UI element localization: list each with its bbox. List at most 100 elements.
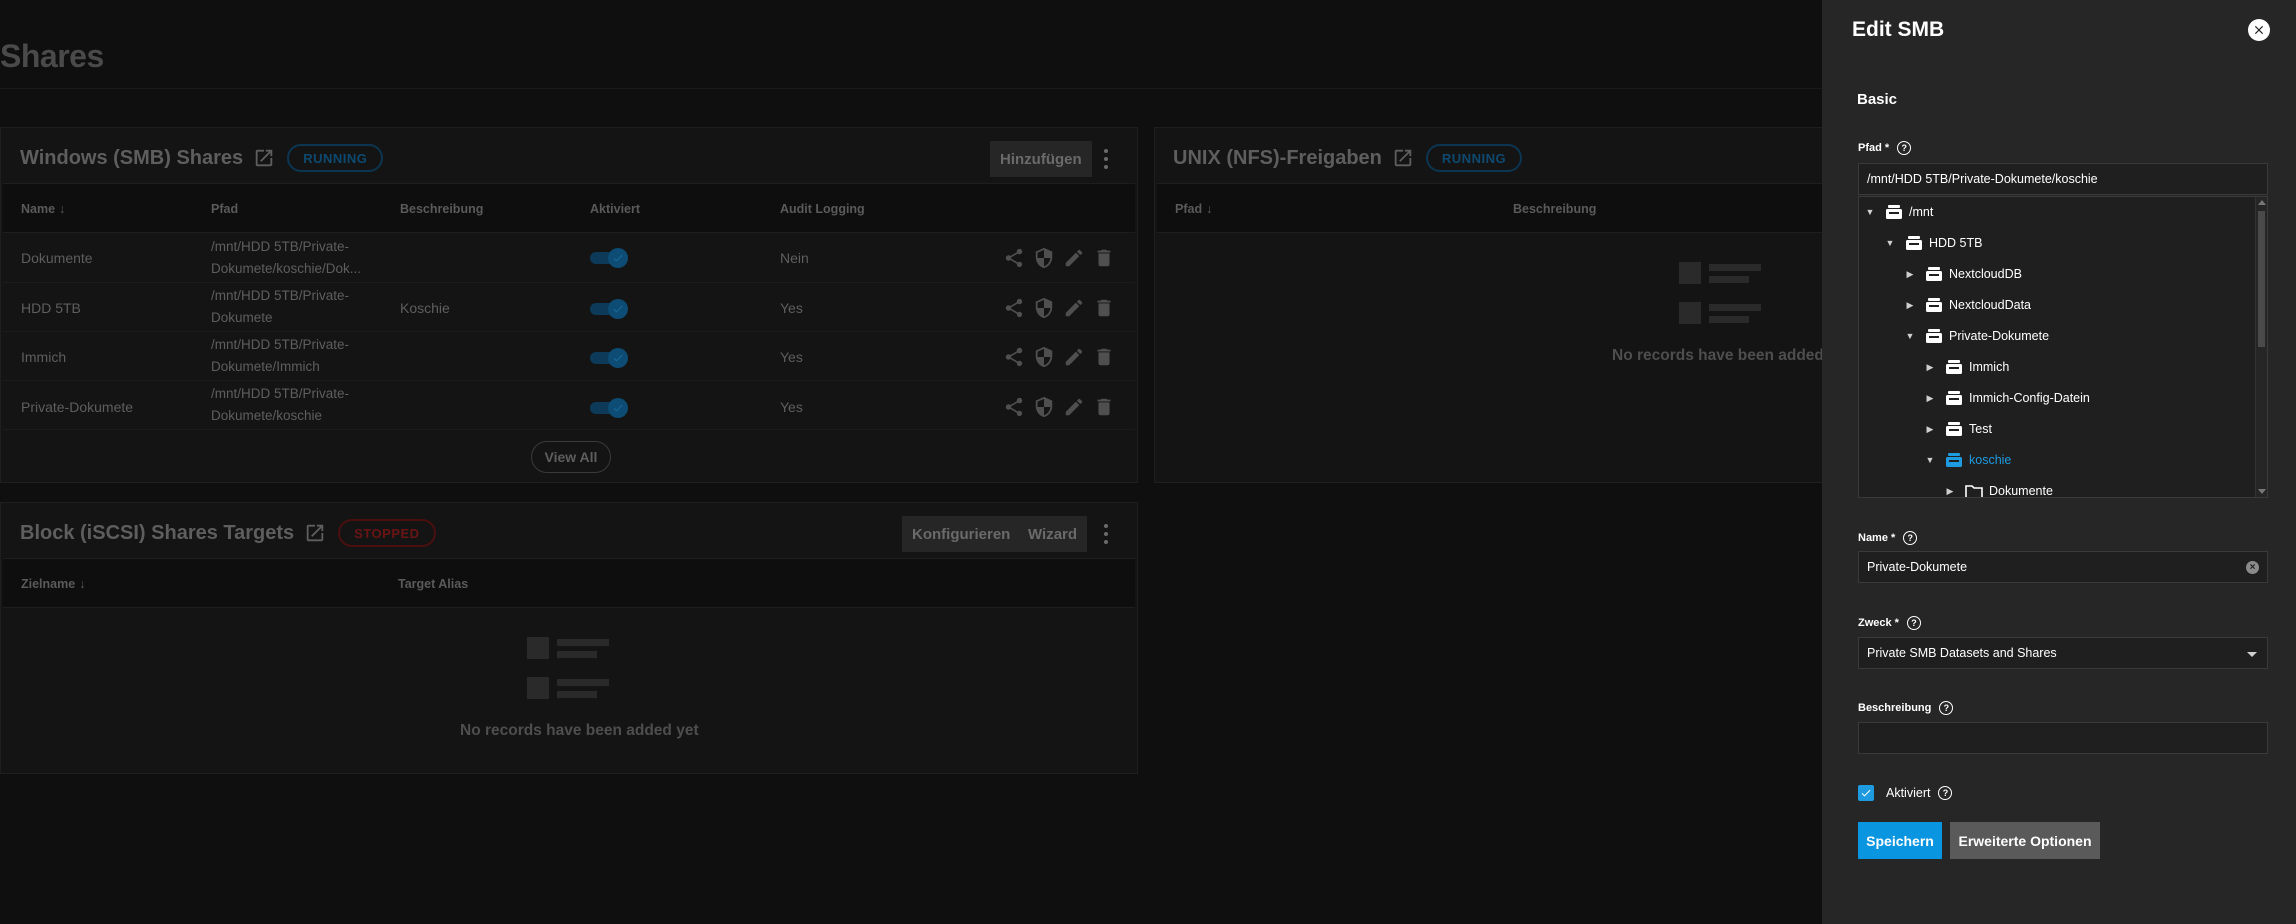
open-in-new-icon[interactable] <box>1392 147 1414 169</box>
description-input[interactable] <box>1858 722 2268 754</box>
folder-icon <box>1965 483 1983 497</box>
table-row[interactable]: Immich /mnt/HDD 5TB/Private-Dokumete/Imm… <box>3 332 1135 381</box>
close-icon[interactable] <box>2248 19 2270 41</box>
expanded-arrow-icon[interactable]: ▼ <box>1905 331 1915 341</box>
expanded-arrow-icon[interactable]: ▼ <box>1925 455 1935 465</box>
tree-node[interactable]: ▶ NextcloudDB <box>1905 259 2022 289</box>
collapsed-arrow-icon[interactable]: ▶ <box>1905 300 1915 311</box>
table-row[interactable]: Private-Dokumete /mnt/HDD 5TB/Private-Do… <box>3 381 1135 430</box>
tree-node[interactable]: ▶ Immich <box>1925 352 2009 382</box>
expanded-arrow-icon[interactable]: ▼ <box>1865 207 1875 217</box>
dataset-icon <box>1945 390 1963 406</box>
iscsi-card-title: Block (iSCSI) Shares Targets STOPPED <box>20 519 436 547</box>
wizard-button[interactable]: Wizard <box>1018 516 1088 552</box>
share-name: Private-Dokumete <box>21 399 134 415</box>
tree-node[interactable]: ▶ Immich-Config-Datein <box>1925 383 2090 413</box>
delete-icon[interactable] <box>1093 396 1115 418</box>
advanced-options-button[interactable]: Erweiterte Optionen <box>1950 822 2100 859</box>
delete-icon[interactable] <box>1093 297 1115 319</box>
share-icon[interactable] <box>1003 396 1025 418</box>
help-icon[interactable]: ? <box>1906 616 1921 630</box>
collapsed-arrow-icon[interactable]: ▶ <box>1905 269 1915 280</box>
security-shield-icon[interactable] <box>1033 396 1055 418</box>
iscsi-table-header: Zielname ↓ Target Alias <box>3 558 1135 608</box>
purpose-label: Zweck * ? <box>1858 616 1921 630</box>
col-description[interactable]: Beschreibung <box>1513 202 1596 216</box>
iscsi-targets-card: Block (iSCSI) Shares Targets STOPPED Kon… <box>0 502 1138 774</box>
collapsed-arrow-icon[interactable]: ▶ <box>1945 486 1955 497</box>
edit-pencil-icon[interactable] <box>1063 396 1085 418</box>
col-description[interactable]: Beschreibung <box>400 202 483 216</box>
delete-icon[interactable] <box>1093 247 1115 269</box>
collapsed-arrow-icon[interactable]: ▶ <box>1925 424 1935 435</box>
tree-node[interactable]: ▶ Test <box>1925 414 1992 444</box>
description-label: Beschreibung ? <box>1858 701 1954 715</box>
smb-table-header: Name ↓ Pfad Beschreibung Aktiviert Audit … <box>3 183 1135 233</box>
iscsi-card-title-text[interactable]: Block (iSCSI) Shares Targets <box>20 522 294 545</box>
open-in-new-icon[interactable] <box>304 522 326 544</box>
help-icon[interactable]: ? <box>1939 701 1954 715</box>
collapsed-arrow-icon[interactable]: ▶ <box>1925 393 1935 404</box>
path-tree[interactable]: ▼ /mnt ▼ HDD 5TB ▶ NextcloudDB ▶ Nextclo… <box>1858 196 2268 498</box>
enabled-toggle[interactable] <box>590 248 628 268</box>
col-path[interactable]: Pfad <box>211 202 238 216</box>
share-name: Immich <box>21 349 67 365</box>
audit-logging-value: Yes <box>780 349 803 365</box>
page-divider <box>0 88 1822 89</box>
edit-pencil-icon[interactable] <box>1063 346 1085 368</box>
col-target-alias[interactable]: Target Alias <box>398 577 468 591</box>
path-input[interactable]: /mnt/HDD 5TB/Private-Dokumete/koschie <box>1858 163 2268 195</box>
collapsed-arrow-icon[interactable]: ▶ <box>1925 362 1935 373</box>
col-enabled[interactable]: Aktiviert <box>590 202 640 216</box>
nfs-card-header: UNIX (NFS)-Freigaben RUNNING <box>1155 128 1853 183</box>
enabled-toggle[interactable] <box>590 398 628 418</box>
audit-logging-value: Yes <box>780 300 803 316</box>
security-shield-icon[interactable] <box>1033 346 1055 368</box>
configure-button[interactable]: Konfigurieren <box>902 516 1021 552</box>
tree-node[interactable]: ▼ /mnt <box>1865 197 1933 227</box>
tree-node[interactable]: ▶ Dokumente <box>1945 476 2053 497</box>
share-icon[interactable] <box>1003 247 1025 269</box>
col-target-name[interactable]: Zielname ↓ <box>21 577 85 591</box>
tree-node[interactable]: ▼ Private-Dokumete <box>1905 321 2049 351</box>
smb-more-menu-icon[interactable] <box>1096 144 1116 174</box>
dataset-icon <box>1945 452 1963 468</box>
enabled-toggle[interactable] <box>590 348 628 368</box>
share-description: Koschie <box>400 300 450 316</box>
col-audit-logging[interactable]: Audit Logging <box>780 202 865 216</box>
col-name[interactable]: Name ↓ <box>21 202 65 216</box>
enabled-toggle[interactable] <box>590 299 628 319</box>
add-smb-button[interactable]: Hinzufügen <box>990 141 1092 177</box>
table-row[interactable]: HDD 5TB /mnt/HDD 5TB/Private-Dokumete Ko… <box>3 283 1135 332</box>
help-icon[interactable]: ? <box>1897 141 1912 155</box>
share-icon[interactable] <box>1003 346 1025 368</box>
expanded-arrow-icon[interactable]: ▼ <box>1885 238 1895 248</box>
clear-icon[interactable]: × <box>2246 561 2259 574</box>
name-input[interactable]: Private-Dokumete × <box>1858 551 2268 583</box>
empty-list-icon <box>1679 262 1769 338</box>
delete-icon[interactable] <box>1093 346 1115 368</box>
edit-pencil-icon[interactable] <box>1063 297 1085 319</box>
help-icon[interactable]: ? <box>1903 531 1918 545</box>
view-all-button[interactable]: View All <box>531 441 611 473</box>
tree-node[interactable]: ▶ NextcloudData <box>1905 290 2031 320</box>
save-button[interactable]: Speichern <box>1858 822 1942 859</box>
edit-pencil-icon[interactable] <box>1063 247 1085 269</box>
enabled-checkbox[interactable] <box>1858 785 1874 801</box>
col-path[interactable]: Pfad ↓ <box>1175 202 1212 216</box>
share-icon[interactable] <box>1003 297 1025 319</box>
security-shield-icon[interactable] <box>1033 297 1055 319</box>
help-icon[interactable]: ? <box>1938 786 1953 800</box>
open-in-new-icon[interactable] <box>253 147 275 169</box>
nfs-card-title-text[interactable]: UNIX (NFS)-Freigaben <box>1173 147 1382 170</box>
security-shield-icon[interactable] <box>1033 247 1055 269</box>
smb-card-title-text[interactable]: Windows (SMB) Shares <box>20 147 243 170</box>
iscsi-more-menu-icon[interactable] <box>1096 519 1116 549</box>
tree-node[interactable]: ▼ HDD 5TB <box>1885 228 1982 258</box>
iscsi-empty-text: No records have been added yet <box>460 722 699 739</box>
table-row[interactable]: Dokumente /mnt/HDD 5TB/Private-Dokumete/… <box>3 234 1135 283</box>
tree-scrollbar[interactable] <box>2255 197 2267 497</box>
tree-node-selected[interactable]: ▼ koschie <box>1925 445 2011 475</box>
purpose-select[interactable]: Private SMB Datasets and Shares <box>1858 637 2268 669</box>
page-title: Shares <box>0 38 104 74</box>
